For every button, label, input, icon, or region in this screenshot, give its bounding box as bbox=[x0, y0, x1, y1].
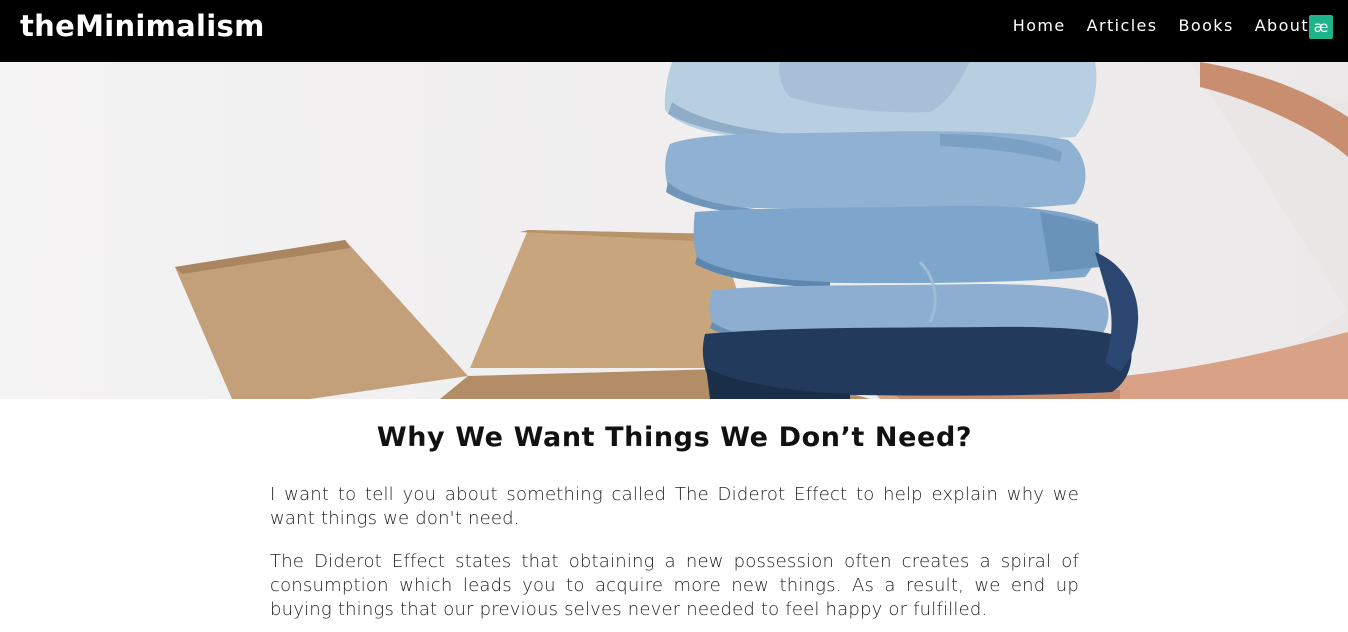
nav-link-books[interactable]: Books bbox=[1179, 16, 1234, 35]
article: Why We Want Things We Don’t Need? I want… bbox=[270, 399, 1079, 622]
article-title: Why We Want Things We Don’t Need? bbox=[376, 422, 973, 453]
nav-link-articles[interactable]: Articles bbox=[1087, 16, 1158, 35]
hero-image bbox=[0, 62, 1348, 399]
nav-link-home[interactable]: Home bbox=[1013, 16, 1066, 35]
extension-icon[interactable]: æ bbox=[1309, 15, 1333, 39]
brand-logo-link[interactable]: theMinimalism bbox=[20, 9, 265, 43]
article-paragraph: I want to tell you about something calle… bbox=[270, 484, 1079, 529]
top-navbar: theMinimalism Home Articles Books About … bbox=[0, 0, 1348, 62]
main-nav: Home Articles Books About bbox=[1013, 16, 1309, 35]
article-paragraph: The Diderot Effect states that obtaining… bbox=[270, 551, 1079, 620]
nav-link-about[interactable]: About bbox=[1255, 16, 1309, 35]
folded-jeans-box-photo bbox=[175, 62, 1348, 399]
